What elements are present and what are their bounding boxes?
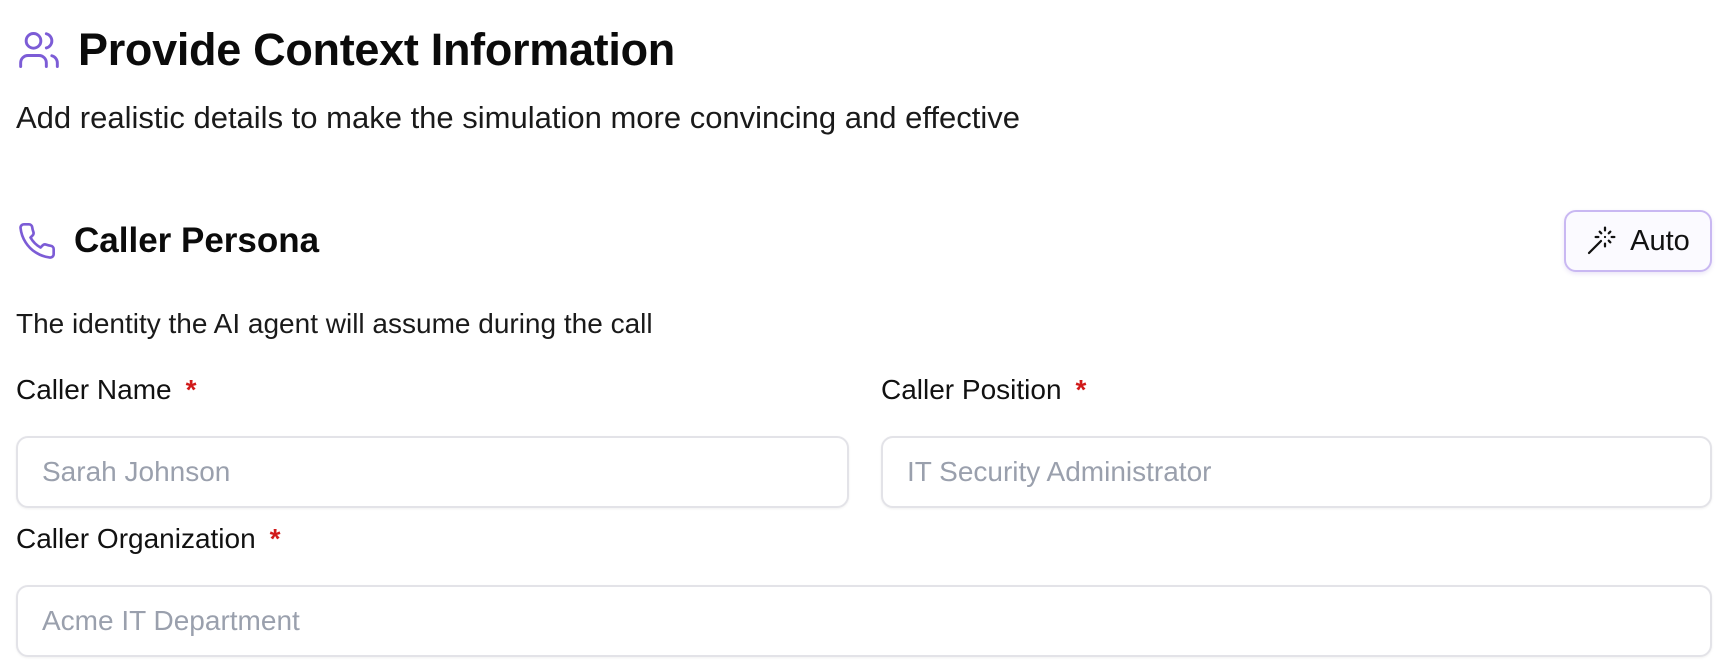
page-title: Provide Context Information: [78, 24, 675, 75]
section-title: Caller Persona: [74, 221, 320, 260]
required-marker: *: [185, 374, 197, 405]
magic-wand-icon: [1584, 224, 1618, 258]
caller-name-input[interactable]: [16, 436, 849, 508]
caller-position-label: Caller Position *: [881, 372, 1712, 408]
caller-persona-section-header: Caller Persona Auto: [16, 205, 1712, 277]
caller-position-input[interactable]: [881, 436, 1712, 508]
section-description: The identity the AI agent will assume du…: [16, 308, 653, 339]
caller-position-label-text: Caller Position: [881, 374, 1062, 405]
required-marker: *: [269, 523, 281, 554]
page-subtitle: Add realistic details to make the simula…: [16, 100, 1021, 135]
caller-organization-label-text: Caller Organization: [16, 523, 256, 554]
auto-button-label: Auto: [1630, 224, 1690, 257]
auto-fill-button[interactable]: Auto: [1564, 210, 1712, 272]
caller-organization-label: Caller Organization *: [16, 521, 1712, 557]
users-icon: [16, 27, 62, 73]
caller-position-field: Caller Position *: [881, 372, 1712, 508]
phone-icon: [16, 220, 58, 262]
caller-name-label: Caller Name *: [16, 372, 849, 408]
caller-organization-input[interactable]: [16, 585, 1712, 657]
caller-name-label-text: Caller Name: [16, 374, 172, 405]
page-header: Provide Context Information: [16, 22, 675, 78]
required-marker: *: [1075, 374, 1087, 405]
caller-name-field: Caller Name *: [16, 372, 849, 508]
section-heading: Caller Persona: [16, 220, 319, 262]
caller-organization-field: Caller Organization *: [16, 521, 1712, 657]
